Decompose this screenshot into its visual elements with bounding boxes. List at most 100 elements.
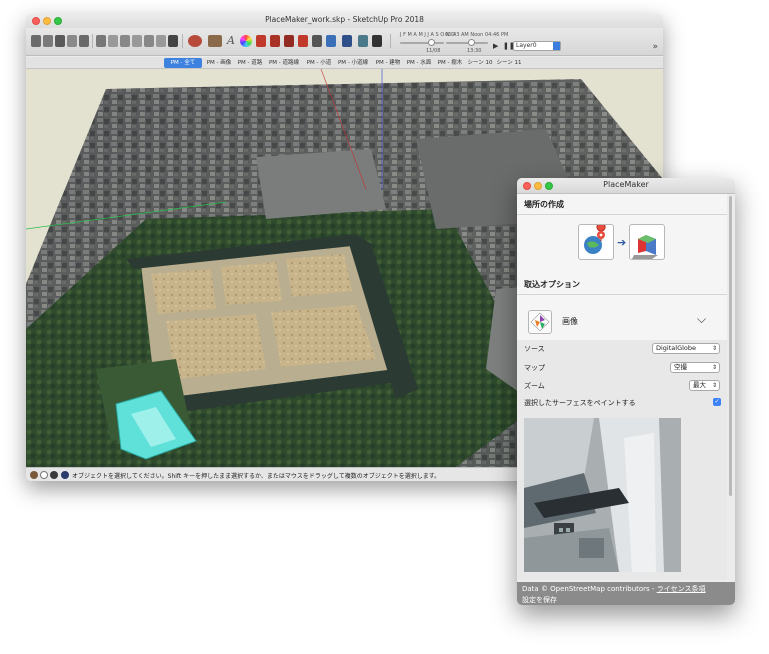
paint-bucket-icon[interactable] [208,35,222,47]
imagery-settings: ソース DigitalGlobe ⇕ マップ 空撮 ⇕ ズーム 最大 ⇕ 選択し… [517,340,727,580]
home-icon[interactable] [55,35,65,47]
color-wheel-icon[interactable] [240,35,252,47]
panel-titlebar: PlaceMaker [517,178,735,194]
attribution-data: Data © OpenStreetMap contributors - [522,585,655,593]
top-view-icon[interactable] [108,35,118,47]
house-icon[interactable] [79,35,89,47]
arrow-right-icon: ➔ [617,236,627,249]
layer-select[interactable]: Layer0 [513,41,561,51]
window-title: PlaceMaker_work.skp - SketchUp Pro 2018 [265,15,424,24]
placemaker-icon-9[interactable] [372,35,382,47]
placemaker-panel: PlaceMaker 場所の作成 ➔ 取込オプション 画像 ⌵ ソース Digi… [517,178,735,605]
scene-tab-6[interactable]: PM - 建物 [373,58,403,68]
import-option-label: 画像 [562,317,578,326]
scene-tabs: PM - 全て PM - 画像 PM - 道路 PM - 道路線 PM - 小道… [26,57,663,69]
status-text: オブジェクトを選択してください。Shift キーを押したまま選択するか、またはマ… [72,473,441,480]
map-select-value: 空撮 [674,363,687,371]
back-view-icon[interactable] [144,35,154,47]
right-view-icon[interactable] [132,35,142,47]
toolbar: A J F M A M J J A S O N D 11/08 06:43 AM… [26,28,663,56]
chevron-down-icon [553,42,560,50]
select-tool-icon[interactable] [31,35,41,47]
updown-icon: ⇕ [711,345,717,352]
zoom-select[interactable]: 最大 ⇕ [689,380,720,391]
date-slider-knob[interactable] [428,39,435,46]
preview-aerial-image [524,418,681,572]
info-icon[interactable] [40,471,48,479]
date-label: 11/08 [426,48,441,54]
scene-tab-3[interactable]: PM - 道路線 [266,58,302,68]
window-titlebar: PlaceMaker_work.skp - SketchUp Pro 2018 [26,14,663,28]
divider [517,214,727,215]
globe-pin-icon [584,222,606,254]
create-buildings-button[interactable] [629,224,665,260]
panel-footer: Data © OpenStreetMap contributors - ライセン… [517,582,735,605]
panel-scrollbar[interactable] [729,196,732,496]
scene-tab-2[interactable]: PM - 道路 [235,58,265,68]
placemaker-icon-3[interactable] [284,35,294,47]
scene-tab-5[interactable]: PM - 小道線 [335,58,371,68]
divider [517,294,727,295]
scene-tab-9[interactable]: シーン 10 [466,58,494,68]
panel-title: PlaceMaker [603,180,649,189]
toolbar-separator [92,34,93,48]
scene-tab-8[interactable]: PM - 樹木 [435,58,465,68]
save-settings-link[interactable]: 設定を保存 [522,595,557,605]
placemaker-icon-8[interactable] [358,35,368,47]
text-tool-icon[interactable]: A [226,35,236,47]
time-slider[interactable] [446,42,488,44]
chevron-down-icon[interactable]: ⌵ [697,312,706,327]
paint-surface-checkbox[interactable]: ✓ [713,398,721,406]
scene-tab-10[interactable]: シーン 11 [495,58,523,68]
time-label: 13:30 [467,48,482,54]
scene-tab-4[interactable]: PM - 小道 [304,58,334,68]
user-icon[interactable] [50,471,58,479]
import-options-heading: 取込オプション [524,280,580,289]
placemaker-icon-2[interactable] [270,35,280,47]
imagery-icon [528,310,552,334]
license-link[interactable]: ライセンス条項 [657,585,706,593]
instructor-icon[interactable] [61,471,69,479]
eraser-tool-icon[interactable] [43,35,53,47]
toolbar-separator [182,34,183,48]
map-select[interactable]: 空撮 ⇕ [670,362,720,373]
placemaker-icon-5[interactable] [312,35,322,47]
front-view-icon[interactable] [120,35,130,47]
scene-tab-7[interactable]: PM - 水面 [404,58,434,68]
layer-select-value: Layer0 [516,42,537,49]
updown-icon: ⇕ [711,382,717,389]
buildings-3d-icon [632,235,658,259]
time-slider-knob[interactable] [468,39,475,46]
scene-tab-1[interactable]: PM - 画像 [204,58,234,68]
paint-surface-label: 選択したサーフェスをペイントする [524,399,636,407]
panel-body: 場所の作成 ➔ 取込オプション 画像 ⌵ ソース DigitalGlobe ⇕ … [517,194,727,605]
style-icon[interactable] [168,35,178,47]
zoom-label: ズーム [524,382,545,390]
placemaker-icon-4[interactable] [298,35,308,47]
scene-tab-0[interactable]: PM - 全て [164,58,202,68]
imagery-preview [524,418,681,572]
source-label: ソース [524,345,545,353]
source-select-value: DigitalGlobe [656,344,697,352]
left-view-icon[interactable] [156,35,166,47]
location-globe-button[interactable] [578,222,614,260]
placemaker-icon-7[interactable] [342,35,352,47]
zoom-select-value: 最大 [693,381,706,389]
print-icon[interactable] [67,35,77,47]
updown-icon: ⇕ [711,364,717,371]
toolbar-overflow-icon[interactable]: » [652,42,658,52]
play-icon[interactable]: ▶ [493,42,498,50]
time-scale: 06:43 AM Noon 04:46 PM [445,32,509,38]
geo-location-icon[interactable] [30,471,38,479]
attribution-text: Data © OpenStreetMap contributors - ライセン… [522,584,706,594]
placemaker-icon-1[interactable] [256,35,266,47]
placemaker-icon-6[interactable] [326,35,336,47]
date-slider[interactable] [400,42,444,44]
map-label: マップ [524,364,545,372]
tape-measure-icon[interactable] [188,35,202,47]
import-option-row[interactable]: 画像 ⌵ [517,306,727,338]
create-location-heading: 場所の作成 [524,200,564,209]
toolbar-separator [390,34,391,48]
iso-view-icon[interactable] [96,35,106,47]
source-select[interactable]: DigitalGlobe ⇕ [652,343,720,354]
